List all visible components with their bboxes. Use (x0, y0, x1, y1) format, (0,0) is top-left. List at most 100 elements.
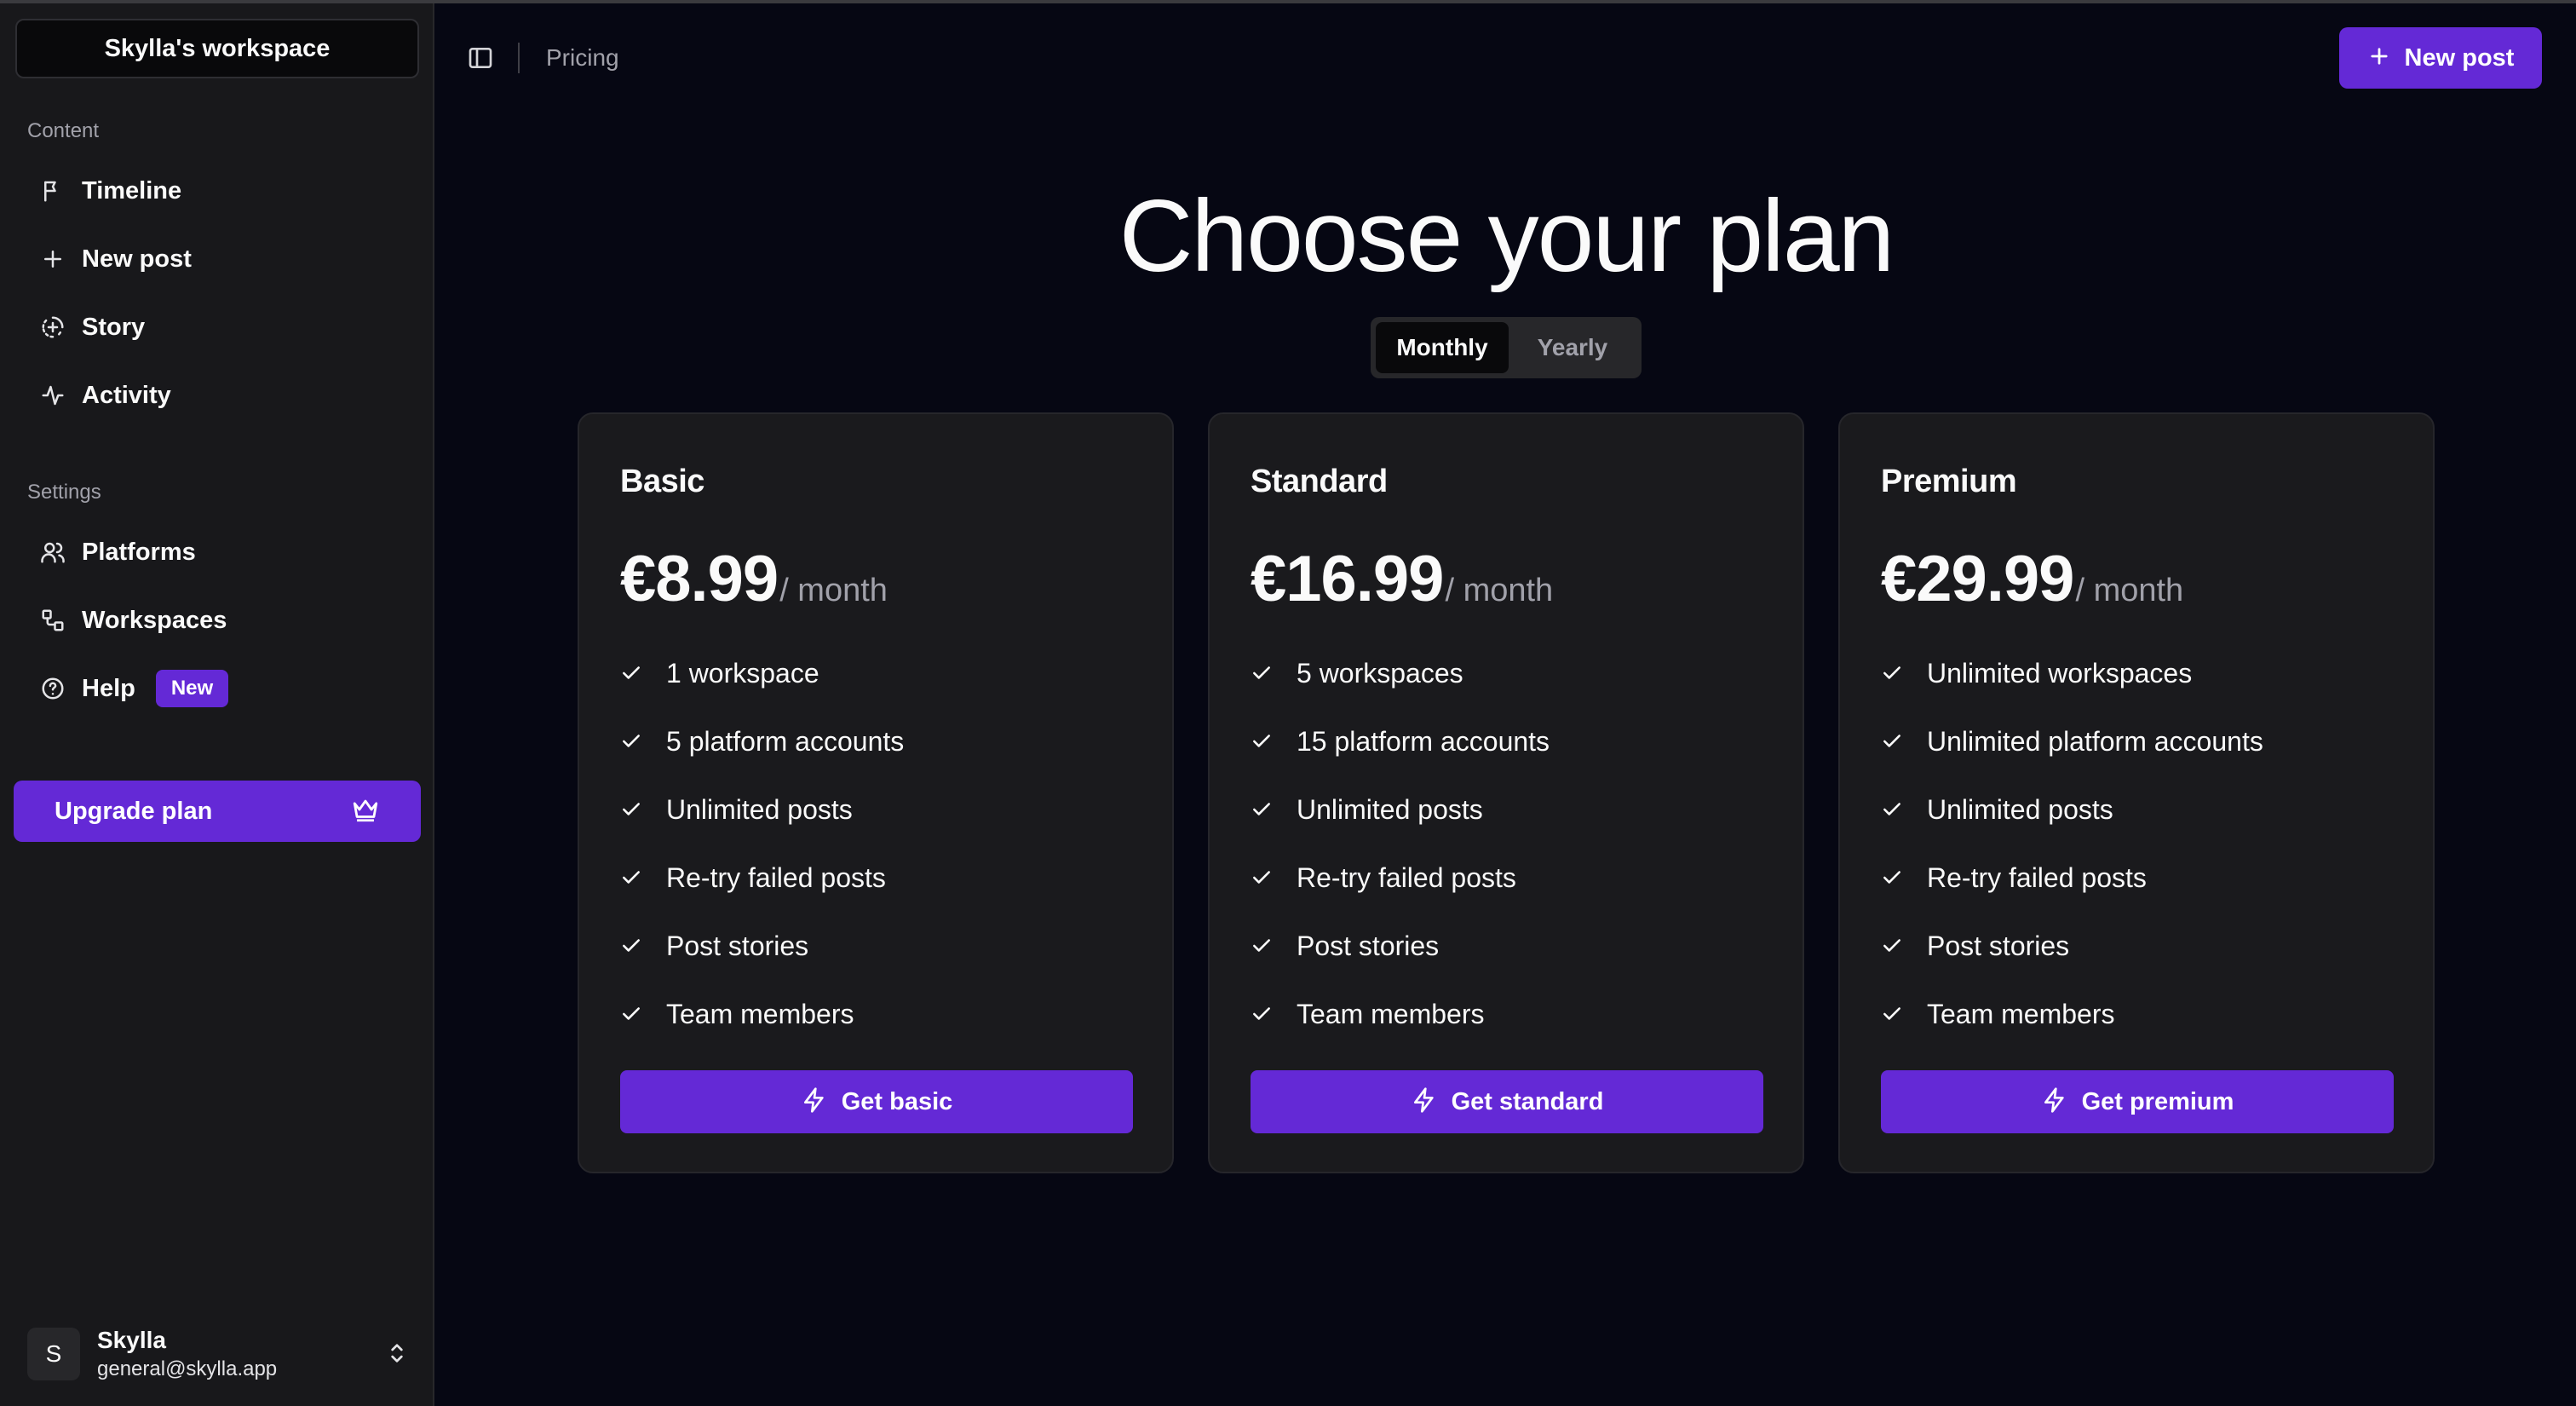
feature-item: 1 workspace (620, 639, 904, 707)
feature-text: Team members (666, 998, 854, 1029)
new-post-button[interactable]: New post (2339, 27, 2542, 89)
sidebar-toggle-icon[interactable] (467, 44, 494, 72)
crown-icon (351, 795, 380, 828)
sidebar-item-help[interactable]: Help New (27, 663, 419, 714)
plus-icon (39, 245, 66, 273)
cta-label: Get basic (841, 1087, 953, 1115)
check-icon (1881, 867, 1903, 889)
feature-item: Post stories (1881, 912, 2263, 980)
sidebar-item-story[interactable]: Story (27, 302, 419, 353)
feature-text: 5 platform accounts (666, 725, 905, 757)
check-icon (1881, 798, 1903, 821)
billing-option-monthly[interactable]: Monthly (1376, 322, 1509, 373)
price-amount: €29.99 (1881, 543, 2074, 615)
breadcrumb: Pricing (546, 44, 619, 71)
check-icon (1251, 867, 1273, 889)
feature-text: Unlimited platform accounts (1927, 725, 2263, 757)
feature-text: 15 platform accounts (1297, 725, 1550, 757)
check-icon (620, 867, 642, 889)
users-icon (39, 539, 66, 566)
user-info: Skylla general@skylla.app (97, 1327, 277, 1381)
feature-text: Re-try failed posts (666, 861, 886, 893)
feature-item: Unlimited posts (1251, 775, 1550, 844)
get-premium-button[interactable]: Get premium (1881, 1070, 2394, 1133)
sidebar-item-new-post[interactable]: New post (27, 233, 419, 285)
zap-icon (2041, 1086, 2068, 1118)
help-circle-icon (39, 675, 66, 702)
price-period: / month (1445, 573, 1554, 608)
sidebar-item-timeline[interactable]: Timeline (27, 165, 419, 216)
sidebar-item-label: New post (82, 245, 192, 273)
sidebar-item-label: Workspaces (82, 606, 227, 634)
avatar: S (27, 1328, 80, 1380)
feature-text: 1 workspace (666, 657, 819, 689)
feature-item: Unlimited platform accounts (1881, 707, 2263, 775)
feature-text: Team members (1927, 998, 2115, 1029)
sidebar-item-label: Timeline (82, 176, 182, 205)
get-basic-button[interactable]: Get basic (620, 1070, 1133, 1133)
feature-item: 5 workspaces (1251, 639, 1550, 707)
activity-icon (39, 382, 66, 409)
user-menu[interactable]: S Skylla general@skylla.app (27, 1324, 411, 1384)
feature-text: Post stories (666, 930, 809, 961)
zap-icon (1411, 1086, 1438, 1118)
check-icon (1881, 1003, 1903, 1025)
check-icon (1881, 662, 1903, 684)
feature-item: Post stories (620, 912, 904, 980)
billing-option-yearly[interactable]: Yearly (1509, 322, 1636, 373)
page-title: Choose your plan (1118, 179, 1895, 293)
chevrons-up-down-icon[interactable] (383, 1340, 411, 1367)
feature-text: 5 workspaces (1297, 657, 1463, 689)
plan-name: Basic (620, 464, 704, 499)
plan-name: Premium (1881, 464, 2017, 499)
price-amount: €16.99 (1251, 543, 1444, 615)
plan-price: €8.99 / month (620, 542, 888, 616)
feature-text: Re-try failed posts (1297, 861, 1516, 893)
settings-group-label: Settings (27, 481, 101, 504)
feature-item: Unlimited posts (620, 775, 904, 844)
feature-text: Unlimited workspaces (1927, 657, 2193, 689)
check-icon (1251, 935, 1273, 957)
feature-text: Unlimited posts (1297, 793, 1483, 825)
feature-item: 5 platform accounts (620, 707, 904, 775)
check-icon (620, 730, 642, 752)
feature-text: Unlimited posts (1927, 793, 2113, 825)
workspace-switcher[interactable]: Skylla's workspace (15, 19, 419, 78)
feature-item: 15 platform accounts (1251, 707, 1550, 775)
get-standard-button[interactable]: Get standard (1251, 1070, 1763, 1133)
plan-name: Standard (1251, 464, 1388, 499)
sidebar-item-platforms[interactable]: Platforms (27, 527, 419, 578)
check-icon (620, 798, 642, 821)
feature-item: Unlimited posts (1881, 775, 2263, 844)
upgrade-plan-button[interactable]: Upgrade plan (14, 781, 421, 842)
feature-item: Re-try failed posts (620, 844, 904, 912)
sidebar-item-activity[interactable]: Activity (27, 370, 419, 421)
plan-price: €16.99 / month (1251, 542, 1553, 616)
check-icon (620, 935, 642, 957)
new-badge: New (155, 670, 229, 707)
feature-item: Re-try failed posts (1251, 844, 1550, 912)
feature-item: Team members (1881, 980, 2263, 1048)
cta-label: Get premium (2081, 1087, 2234, 1115)
sidebar: Skylla's workspace Content Timeline New … (0, 3, 434, 1406)
plus-icon (2367, 44, 2391, 72)
feature-text: Re-try failed posts (1927, 861, 2147, 893)
sidebar-item-workspaces[interactable]: Workspaces (27, 595, 419, 646)
feature-list: 5 workspaces 15 platform accounts Unlimi… (1251, 639, 1550, 1048)
feature-item: Unlimited workspaces (1881, 639, 2263, 707)
flag-icon (39, 177, 66, 205)
feature-text: Unlimited posts (666, 793, 853, 825)
story-circle-icon (39, 314, 66, 341)
plan-card-premium: Premium €29.99 / month Unlimited workspa… (1838, 412, 2435, 1173)
feature-item: Post stories (1251, 912, 1550, 980)
new-post-label: New post (2404, 43, 2515, 72)
feature-item: Team members (620, 980, 904, 1048)
plan-price: €29.99 / month (1881, 542, 2183, 616)
sidebar-item-label: Story (82, 313, 146, 341)
price-period: / month (779, 573, 888, 608)
check-icon (1251, 1003, 1273, 1025)
sidebar-item-label: Activity (82, 381, 171, 409)
feature-text: Team members (1297, 998, 1485, 1029)
check-icon (1881, 730, 1903, 752)
header-divider (518, 43, 520, 73)
